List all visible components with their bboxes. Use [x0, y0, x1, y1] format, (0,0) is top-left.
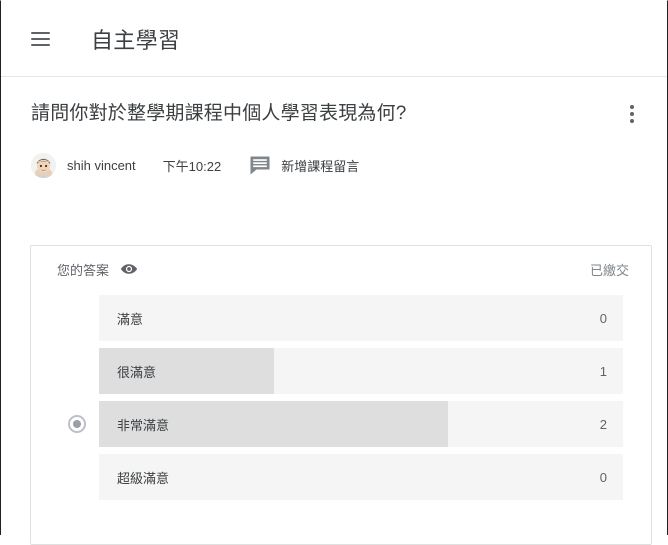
answer-card-header: 您的答案 已繳交	[31, 246, 651, 292]
author-name: shih vincent	[67, 157, 136, 173]
poll-option-radio-slot	[59, 415, 99, 433]
poll-option-label: 很滿意	[117, 364, 157, 380]
post-time: 下午10:22	[162, 158, 222, 174]
question-byline: shih vincent 下午10:22 新增課程留言	[31, 150, 637, 180]
poll-bar-track: 很滿意 1	[99, 348, 623, 394]
poll-bar-track: 滿意 0	[99, 295, 623, 341]
answer-card: 您的答案 已繳交 滿意 0 很滿意 1 非常滿意 2 超級滿意 0	[30, 245, 652, 545]
eye-icon[interactable]	[120, 260, 138, 278]
selected-answer-radio[interactable]	[68, 415, 86, 433]
poll-option-radio-slot	[59, 362, 99, 380]
poll-option-row[interactable]: 非常滿意 2	[59, 398, 623, 450]
hamburger-line	[31, 37, 50, 40]
more-vert-icon[interactable]	[619, 99, 645, 129]
add-class-comment-link[interactable]: 新增課程留言	[281, 156, 359, 175]
more-dot	[630, 112, 634, 116]
poll-option-radio-slot	[59, 309, 99, 327]
poll-option-count: 0	[599, 469, 607, 485]
avatar	[31, 152, 56, 178]
app-title: 自主學習	[91, 27, 181, 53]
poll-option-label: 非常滿意	[117, 417, 170, 433]
poll-option-radio-slot	[59, 468, 99, 486]
poll-bar-track: 超級滿意 0	[99, 454, 623, 500]
question-title: 請問你對於整學期課程中個人學習表現為何?	[31, 103, 407, 124]
poll-bar-track: 非常滿意 2	[99, 401, 623, 447]
question-block: 請問你對於整學期課程中個人學習表現為何? shih vincent 下午10:2…	[1, 77, 667, 180]
hamburger-menu-icon[interactable]	[31, 27, 55, 51]
more-dot	[630, 119, 634, 123]
hamburger-line	[31, 31, 50, 34]
poll-options-list: 滿意 0 很滿意 1 非常滿意 2 超級滿意 0	[31, 292, 651, 520]
page-root: 自主學習 請問你對於整學期課程中個人學習表現為何? shih vincent 下…	[0, 0, 668, 545]
status-badge: 已繳交	[589, 262, 629, 278]
your-answer-label: 您的答案	[57, 262, 110, 278]
poll-option-row[interactable]: 超級滿意 0	[59, 451, 623, 503]
poll-option-count: 2	[599, 416, 607, 432]
poll-option-count: 1	[599, 363, 607, 379]
poll-option-row[interactable]: 很滿意 1	[59, 345, 623, 397]
more-dot	[630, 105, 634, 109]
poll-option-label: 超級滿意	[117, 470, 170, 486]
poll-option-label: 滿意	[117, 311, 144, 327]
poll-option-count: 0	[599, 310, 607, 326]
app-bar: 自主學習	[1, 1, 667, 77]
hamburger-line	[31, 43, 50, 46]
poll-option-row[interactable]: 滿意 0	[59, 292, 623, 344]
comment-icon[interactable]	[249, 154, 271, 176]
